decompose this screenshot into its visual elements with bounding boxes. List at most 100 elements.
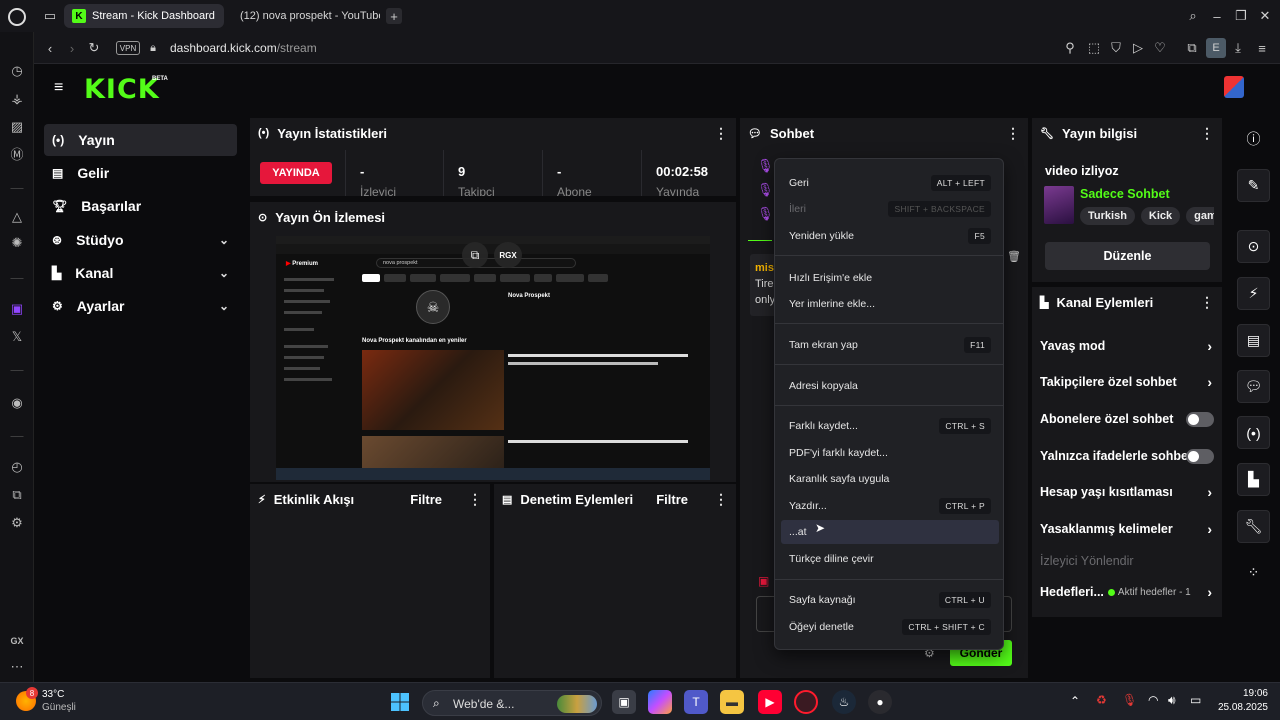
extensions-icon[interactable]: ⧉: [1184, 40, 1200, 56]
aria-icon[interactable]: ⚶: [8, 90, 26, 108]
profile-avatar[interactable]: E: [1206, 38, 1226, 58]
tray-app-icon[interactable]: ♻: [1096, 693, 1107, 707]
vpn-badge[interactable]: VPN: [116, 41, 140, 55]
edit-icon[interactable]: ✎: [1237, 169, 1270, 202]
menu-item-fullscreen[interactable]: Tam ekran yap F11: [781, 333, 999, 357]
task-view-icon[interactable]: ▣: [612, 690, 636, 714]
more-options-icon[interactable]: ⋮: [714, 491, 728, 508]
hamburger-menu-icon[interactable]: ≡: [54, 80, 68, 96]
app-icon[interactable]: ●: [868, 690, 892, 714]
start-icon[interactable]: [388, 690, 412, 714]
history-icon[interactable]: ◴: [8, 458, 26, 476]
menu-item-bookmark[interactable]: Yer imlerine ekle...: [781, 292, 999, 316]
filter-button[interactable]: Filtre: [410, 492, 442, 507]
nav-item-studyo[interactable]: ⊛ Stüdyo ⌄: [44, 224, 237, 256]
wifi-icon[interactable]: ◠: [1148, 693, 1158, 707]
play-icon[interactable]: ▷: [1130, 40, 1146, 56]
shield-icon[interactable]: ⛉: [1108, 40, 1124, 56]
menu-item-dark-page[interactable]: Karanlık sayfa uygula: [781, 467, 999, 491]
slow-mode-item[interactable]: Yavaş mod ›: [1040, 334, 1216, 358]
nav-item-gelir[interactable]: ▤ Gelir: [44, 157, 237, 189]
info-icon[interactable]: ⓘ: [1237, 122, 1270, 155]
tab-youtube[interactable]: (12) nova prospekt - YouTube: [226, 4, 380, 28]
url-field[interactable]: dashboard.kick.com/stream: [170, 41, 317, 55]
emote-icon[interactable]: ▣: [758, 574, 769, 588]
more-options-icon[interactable]: ⋮: [1200, 294, 1214, 311]
clock-date[interactable]: 25.08.2025: [1214, 702, 1268, 713]
new-tab-button[interactable]: +: [386, 8, 402, 24]
nav-item-ayarlar[interactable]: ⚙ Ayarlar ⌄: [44, 290, 237, 322]
reload-icon[interactable]: ↻: [86, 40, 102, 56]
menu-item-cast[interactable]: ...at: [781, 520, 999, 544]
wrench-icon[interactable]: 🔧︎: [1237, 510, 1270, 543]
heart-icon[interactable]: ♡: [1152, 40, 1168, 56]
account-age-item[interactable]: Hesap yaşı kısıtlaması ›: [1040, 480, 1216, 504]
goals-item[interactable]: Hedefleri... Aktif hedefler - 1 ›: [1040, 580, 1216, 604]
menu-item-inspect[interactable]: Öğeyi denetle CTRL + SHIFT + C: [781, 615, 999, 639]
nav-item-kanal[interactable]: ▙ Kanal ⌄: [44, 257, 237, 289]
forward-icon[interactable]: ›: [64, 40, 80, 56]
menu-item-back[interactable]: Geri ALT + LEFT: [781, 171, 999, 195]
more-options-icon[interactable]: ⋮: [1200, 125, 1214, 142]
spotify-icon[interactable]: ◉: [8, 394, 26, 412]
youtube-icon[interactable]: ▶: [758, 690, 782, 714]
chat-input[interactable]: [756, 596, 774, 632]
extensions-icon[interactable]: ⧉: [8, 486, 26, 504]
microphone-icon[interactable]: 🎙︎: [1122, 693, 1137, 707]
taskbar-search[interactable]: ⌕ Web'de &...: [422, 690, 602, 716]
stream-preview-video[interactable]: ▶ Premium nova prospekt ☠ Nova Prospekt …: [276, 236, 710, 480]
download-icon[interactable]: ⤓: [1230, 40, 1246, 56]
broadcast-icon[interactable]: (•): [1237, 416, 1270, 449]
menu-item-speed-dial[interactable]: Hızlı Erişim'e ekle: [781, 266, 999, 290]
tab-kick-dashboard[interactable]: K Stream - Kick Dashboard: [64, 4, 224, 28]
workspaces-icon[interactable]: ▭: [42, 8, 58, 24]
search-tabs-icon[interactable]: ⌕: [1184, 7, 1202, 25]
popout-icon[interactable]: ⧉: [462, 242, 488, 268]
menu-item-save-pdf[interactable]: PDF'yi farklı kaydet...: [781, 441, 999, 465]
speed-dial-icon[interactable]: ◷: [8, 62, 26, 80]
menu-item-view-source[interactable]: Sayfa kaynağı CTRL + U: [781, 588, 999, 612]
rgx-button[interactable]: RGX: [494, 242, 522, 268]
back-icon[interactable]: ‹: [42, 40, 58, 56]
lightning-icon[interactable]: ⚡︎: [1237, 277, 1270, 310]
volume-icon[interactable]: 🔊︎: [1168, 693, 1176, 708]
copilot-icon[interactable]: [648, 690, 672, 714]
layout-icon[interactable]: ⁘: [1237, 556, 1270, 589]
chevron-up-icon[interactable]: ⌃: [1070, 694, 1080, 708]
minimize-icon[interactable]: –: [1208, 7, 1226, 25]
app-avatar-icon[interactable]: [1224, 76, 1244, 98]
category-name[interactable]: Sadece Sohbet: [1080, 187, 1170, 201]
file-explorer-icon[interactable]: ▬: [720, 690, 744, 714]
nav-item-basarilar[interactable]: 🏆︎ Başarılar: [44, 190, 237, 222]
battery-icon[interactable]: ▭: [1190, 693, 1201, 707]
opera-logo-icon[interactable]: [8, 8, 26, 26]
more-icon[interactable]: ⋯: [8, 658, 26, 676]
clock-time[interactable]: 19:06: [1214, 688, 1268, 699]
kick-logo[interactable]: KICK: [84, 74, 160, 105]
chatgpt-icon[interactable]: ✺: [8, 234, 26, 252]
snapshot-icon[interactable]: ⬚: [1086, 40, 1102, 56]
trash-icon[interactable]: 🗑︎: [1007, 250, 1021, 263]
emotes-only-toggle[interactable]: [1186, 448, 1214, 464]
news-icon[interactable]: Ⓜ: [8, 144, 26, 162]
subscribers-only-item[interactable]: Abonelere özel sohbet: [1040, 407, 1216, 431]
menu-item-reload[interactable]: Yeniden yükle F5: [781, 224, 999, 248]
menu-item-forward[interactable]: İleri SHIFT + BACKSPACE: [781, 197, 999, 221]
twitch-icon[interactable]: ▣: [8, 300, 26, 318]
menu-item-copy-address[interactable]: Adresi kopyala: [781, 374, 999, 398]
pin-icon[interactable]: ⚲: [1062, 40, 1078, 56]
menu-item-print[interactable]: Yazdır... CTRL + P: [781, 494, 999, 518]
emotes-only-item[interactable]: Yalnızca ifadelerle sohbet: [1040, 444, 1216, 468]
more-options-icon[interactable]: ⋮: [714, 125, 728, 142]
redirect-viewers-item[interactable]: İzleyici Yönlendir: [1040, 549, 1216, 573]
preview-icon[interactable]: ⊙: [1237, 230, 1270, 263]
banned-words-item[interactable]: Yasaklanmış kelimeler ›: [1040, 517, 1216, 541]
edit-stream-button[interactable]: Düzenle: [1045, 242, 1210, 270]
more-options-icon[interactable]: ⋮: [1006, 125, 1020, 142]
chat-icon[interactable]: 💬︎: [1237, 370, 1270, 403]
gx-corner-icon[interactable]: ▨: [8, 118, 26, 136]
more-options-icon[interactable]: ⋮: [468, 491, 482, 508]
menu-item-translate[interactable]: Türkçe diline çevir: [781, 547, 999, 571]
teams-icon[interactable]: T: [684, 690, 708, 714]
followers-only-item[interactable]: Takipçilere özel sohbet ›: [1040, 370, 1216, 394]
